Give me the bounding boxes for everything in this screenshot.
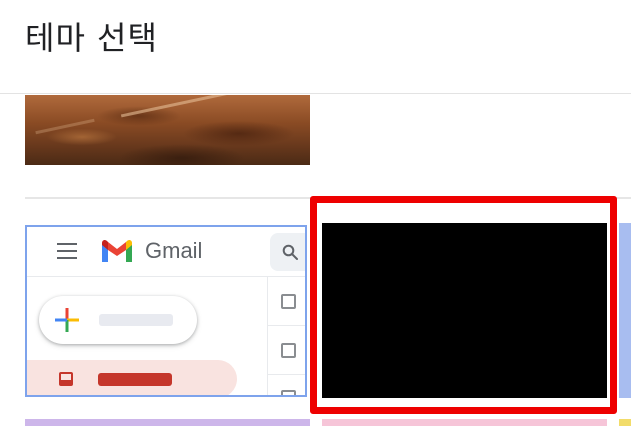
compose-plus-icon	[55, 308, 79, 332]
checkbox-icon	[281, 343, 296, 358]
dialog-header: 테마 선택	[0, 0, 631, 94]
inbox-label-placeholder	[98, 373, 172, 386]
gmail-preview-search	[270, 233, 305, 271]
selection-highlight	[310, 196, 617, 414]
row-divider	[268, 325, 305, 326]
inbox-icon	[59, 372, 73, 386]
gmail-preview-message-list	[267, 277, 305, 395]
theme-tile-default[interactable]: Gmail	[25, 225, 307, 397]
gmail-wordmark: Gmail	[145, 238, 203, 263]
theme-tile-next-row[interactable]	[619, 419, 631, 426]
gmail-preview-topbar: Gmail	[27, 227, 305, 277]
desert-detail	[35, 118, 95, 135]
theme-tile-next-row[interactable]	[25, 419, 310, 426]
theme-tile-next-row[interactable]	[322, 419, 607, 426]
topbar-divider	[27, 276, 305, 277]
gmail-preview-compose	[39, 296, 197, 344]
search-icon	[282, 244, 298, 260]
desert-detail	[120, 95, 230, 118]
row-divider	[268, 374, 305, 375]
hamburger-menu-icon	[57, 243, 77, 259]
theme-tile-desert[interactable]	[25, 95, 310, 165]
compose-label-placeholder	[99, 314, 173, 326]
page-title: 테마 선택	[25, 19, 158, 57]
gmail-preview-inbox	[27, 360, 237, 395]
checkbox-icon	[281, 390, 296, 395]
gmail-logo-icon	[102, 239, 132, 262]
theme-tile-partial[interactable]	[619, 223, 631, 398]
checkbox-icon	[281, 294, 296, 309]
